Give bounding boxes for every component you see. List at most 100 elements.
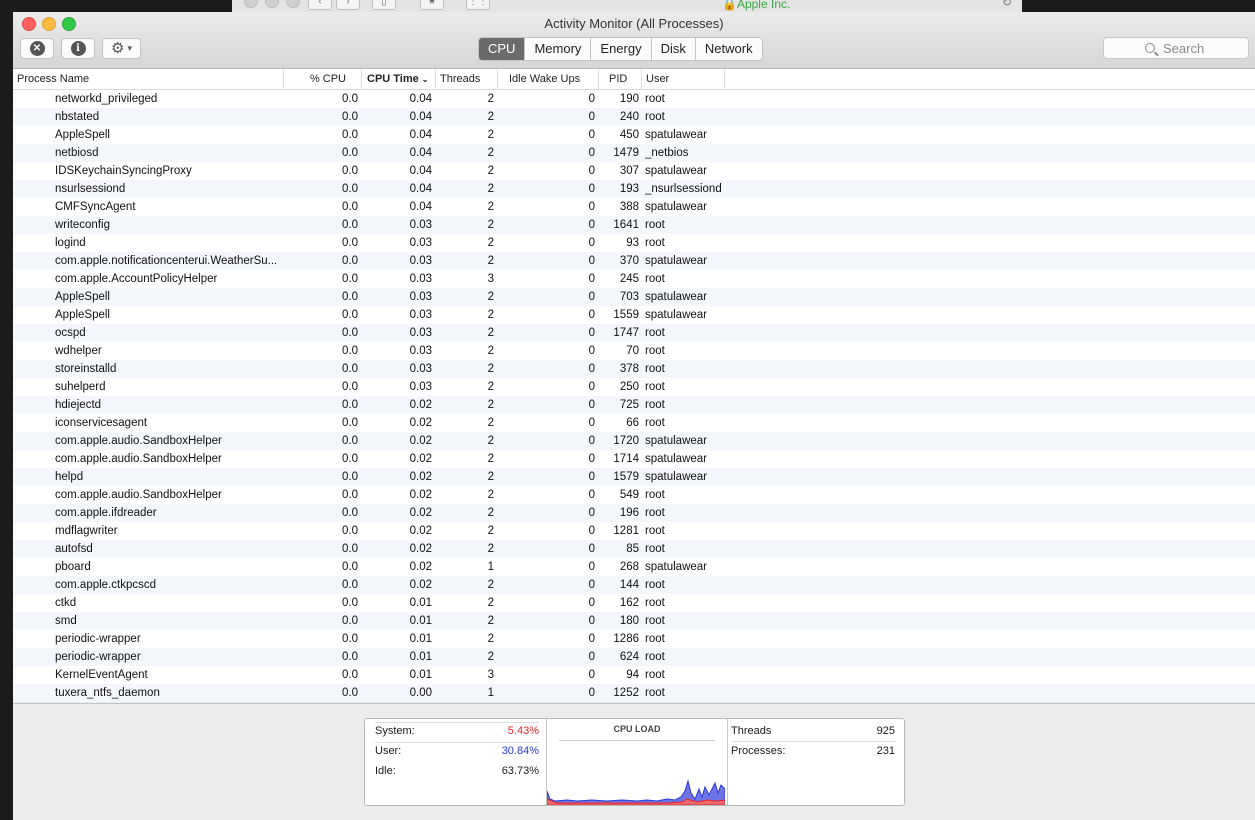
table-row[interactable]: AppleSpell 0.0 0.04 2 0 450 spatulawear bbox=[13, 126, 1255, 144]
pid-cell: 245 bbox=[619, 273, 639, 285]
pid-cell: 193 bbox=[619, 183, 639, 195]
table-row[interactable]: logind 0.0 0.03 2 0 93 root bbox=[13, 234, 1255, 252]
pid-cell: 1714 bbox=[613, 453, 639, 465]
column-header-threads[interactable]: Threads bbox=[436, 69, 498, 89]
threads-cell: 2 bbox=[487, 489, 494, 501]
user-label: User: bbox=[375, 745, 402, 757]
table-row[interactable]: suhelperd 0.0 0.03 2 0 250 root bbox=[13, 378, 1255, 396]
table-row[interactable]: networkd_privileged 0.0 0.04 2 0 190 root bbox=[13, 90, 1255, 108]
table-row[interactable]: com.apple.ifdreader 0.0 0.02 2 0 196 root bbox=[13, 504, 1255, 522]
idle-wake-ups-cell: 0 bbox=[588, 597, 595, 609]
column-header-process-name[interactable]: Process Name bbox=[13, 69, 284, 89]
pid-cell: 85 bbox=[626, 543, 639, 555]
table-row[interactable]: tuxera_ntfs_daemon 0.0 0.00 1 0 1252 root bbox=[13, 684, 1255, 702]
table-header: Process Name % CPU CPU Time ⌄ Threads Idl… bbox=[13, 69, 1255, 90]
table-row[interactable]: com.apple.audio.SandboxHelper 0.0 0.02 2 0 17… bbox=[13, 450, 1255, 468]
table-row[interactable]: iconservicesagent 0.0 0.02 2 0 66 root bbox=[13, 414, 1255, 432]
cpu-cell: 0.0 bbox=[342, 489, 358, 501]
cpu-time-cell: 0.02 bbox=[409, 435, 432, 447]
tab-network[interactable]: Network bbox=[694, 38, 762, 60]
table-row[interactable]: IDSKeychainSyncingProxy 0.0 0.04 2 0 307 spatu… bbox=[13, 162, 1255, 180]
table-row[interactable]: helpd 0.0 0.02 2 0 1579 spatulawear bbox=[13, 468, 1255, 486]
process-name-cell: iconservicesagent bbox=[55, 417, 148, 429]
chevron-down-icon: ⌄ bbox=[421, 75, 429, 84]
column-header-cpu[interactable]: % CPU bbox=[284, 69, 362, 89]
table-row[interactable]: periodic-wrapper 0.0 0.01 2 0 1286 root bbox=[13, 630, 1255, 648]
threads-cell: 2 bbox=[487, 93, 494, 105]
tab-energy[interactable]: Energy bbox=[590, 38, 650, 60]
idle-wake-ups-cell: 0 bbox=[588, 507, 595, 519]
table-row[interactable]: periodic-wrapper 0.0 0.01 2 0 624 root bbox=[13, 648, 1255, 666]
column-header-pid[interactable]: PID bbox=[599, 69, 642, 89]
threads-cell: 2 bbox=[487, 345, 494, 357]
tab-cpu[interactable]: CPU bbox=[479, 38, 525, 60]
cpu-load-graph: CPU LOAD bbox=[546, 719, 728, 805]
column-header-user[interactable]: User bbox=[642, 69, 725, 89]
pid-cell: 1559 bbox=[613, 309, 639, 321]
user-cell: root bbox=[645, 111, 665, 123]
table-row[interactable]: CMFSyncAgent 0.0 0.04 2 0 388 spatulawear bbox=[13, 198, 1255, 216]
table-row[interactable]: hdiejectd 0.0 0.02 2 0 725 root bbox=[13, 396, 1255, 414]
table-row[interactable]: ocspd 0.0 0.03 2 0 1747 root bbox=[13, 324, 1255, 342]
user-cell: root bbox=[645, 273, 665, 285]
user-cell: root bbox=[645, 669, 665, 681]
threads-cell: 2 bbox=[487, 165, 494, 177]
table-row[interactable]: mdflagwriter 0.0 0.02 2 0 1281 root bbox=[13, 522, 1255, 540]
table-row[interactable]: nsurlsessiond 0.0 0.04 2 0 193 _nsurlsessiond bbox=[13, 180, 1255, 198]
table-row[interactable]: com.apple.notificationcenterui.WeatherSu… bbox=[13, 252, 1255, 270]
threads-cell: 2 bbox=[487, 651, 494, 663]
idle-wake-ups-cell: 0 bbox=[588, 381, 595, 393]
cpu-cell: 0.0 bbox=[342, 111, 358, 123]
search-input[interactable] bbox=[1163, 40, 1207, 56]
search-field[interactable] bbox=[1103, 37, 1249, 59]
cpu-time-cell: 0.03 bbox=[409, 381, 432, 393]
stop-process-button[interactable]: ✕ bbox=[20, 38, 54, 59]
user-cell: root bbox=[645, 93, 665, 105]
table-row[interactable]: AppleSpell 0.0 0.03 2 0 703 spatulawear bbox=[13, 288, 1255, 306]
cpu-time-cell: 0.03 bbox=[409, 363, 432, 375]
table-row[interactable]: KernelEventAgent 0.0 0.01 3 0 94 root bbox=[13, 666, 1255, 684]
cpu-time-cell: 0.04 bbox=[409, 111, 432, 123]
pid-cell: 307 bbox=[619, 165, 639, 177]
table-row[interactable]: com.apple.AccountPolicyHelper 0.0 0.03 3 0 24… bbox=[13, 270, 1255, 288]
table-row[interactable]: autofsd 0.0 0.02 2 0 85 root bbox=[13, 540, 1255, 558]
table-row[interactable]: writeconfig 0.0 0.03 2 0 1641 root bbox=[13, 216, 1255, 234]
tab-disk[interactable]: Disk bbox=[650, 38, 695, 60]
process-name-cell: storeinstalld bbox=[55, 363, 117, 375]
column-header-idle-wake-ups[interactable]: Idle Wake Ups bbox=[498, 69, 599, 89]
process-name-cell: AppleSpell bbox=[55, 291, 110, 303]
table-row[interactable]: AppleSpell 0.0 0.03 2 0 1559 spatulawear bbox=[13, 306, 1255, 324]
user-cell: spatulawear bbox=[645, 165, 708, 177]
threads-cell: 2 bbox=[487, 597, 494, 609]
inspect-process-button[interactable]: i bbox=[61, 38, 95, 59]
table-row[interactable]: wdhelper 0.0 0.03 2 0 70 root bbox=[13, 342, 1255, 360]
table-row[interactable]: pboard 0.0 0.02 1 0 268 spatulawear bbox=[13, 558, 1255, 576]
threads-label: Threads bbox=[731, 725, 772, 737]
idle-wake-ups-cell: 0 bbox=[588, 201, 595, 213]
table-body: networkd_privileged 0.0 0.04 2 0 190 root nbsta… bbox=[13, 90, 1255, 702]
table-row[interactable]: nbstated 0.0 0.04 2 0 240 root bbox=[13, 108, 1255, 126]
cpu-time-cell: 0.02 bbox=[409, 471, 432, 483]
idle-wake-ups-cell: 0 bbox=[588, 687, 595, 699]
threads-cell: 2 bbox=[487, 417, 494, 429]
table-row[interactable]: com.apple.ctkpcscd 0.0 0.02 2 0 144 root bbox=[13, 576, 1255, 594]
tab-memory[interactable]: Memory bbox=[524, 38, 590, 60]
bg-traffic-light bbox=[265, 0, 279, 8]
table-row[interactable]: com.apple.audio.SandboxHelper 0.0 0.02 2 0 17… bbox=[13, 432, 1255, 450]
table-row[interactable]: com.apple.audio.SandboxHelper 0.0 0.02 2 0 54… bbox=[13, 486, 1255, 504]
pid-cell: 94 bbox=[626, 669, 639, 681]
cpu-cell: 0.0 bbox=[342, 543, 358, 555]
table-row[interactable]: storeinstalld 0.0 0.03 2 0 378 root bbox=[13, 360, 1255, 378]
table-row[interactable]: smd 0.0 0.01 2 0 180 root bbox=[13, 612, 1255, 630]
user-cell: root bbox=[645, 237, 665, 249]
process-name-cell: suhelperd bbox=[55, 381, 106, 393]
column-header-cpu-time[interactable]: CPU Time ⌄ bbox=[362, 69, 436, 89]
idle-wake-ups-cell: 0 bbox=[588, 219, 595, 231]
user-value: 30.84% bbox=[501, 745, 539, 757]
user-cell: root bbox=[645, 417, 665, 429]
action-menu-button[interactable]: ⚙ ▾ bbox=[102, 38, 141, 59]
table-row[interactable]: ctkd 0.0 0.01 2 0 162 root bbox=[13, 594, 1255, 612]
table-row[interactable]: netbiosd 0.0 0.04 2 0 1479 _netbios bbox=[13, 144, 1255, 162]
cpu-cell: 0.0 bbox=[342, 201, 358, 213]
process-name-cell: tuxera_ntfs_daemon bbox=[55, 687, 160, 699]
